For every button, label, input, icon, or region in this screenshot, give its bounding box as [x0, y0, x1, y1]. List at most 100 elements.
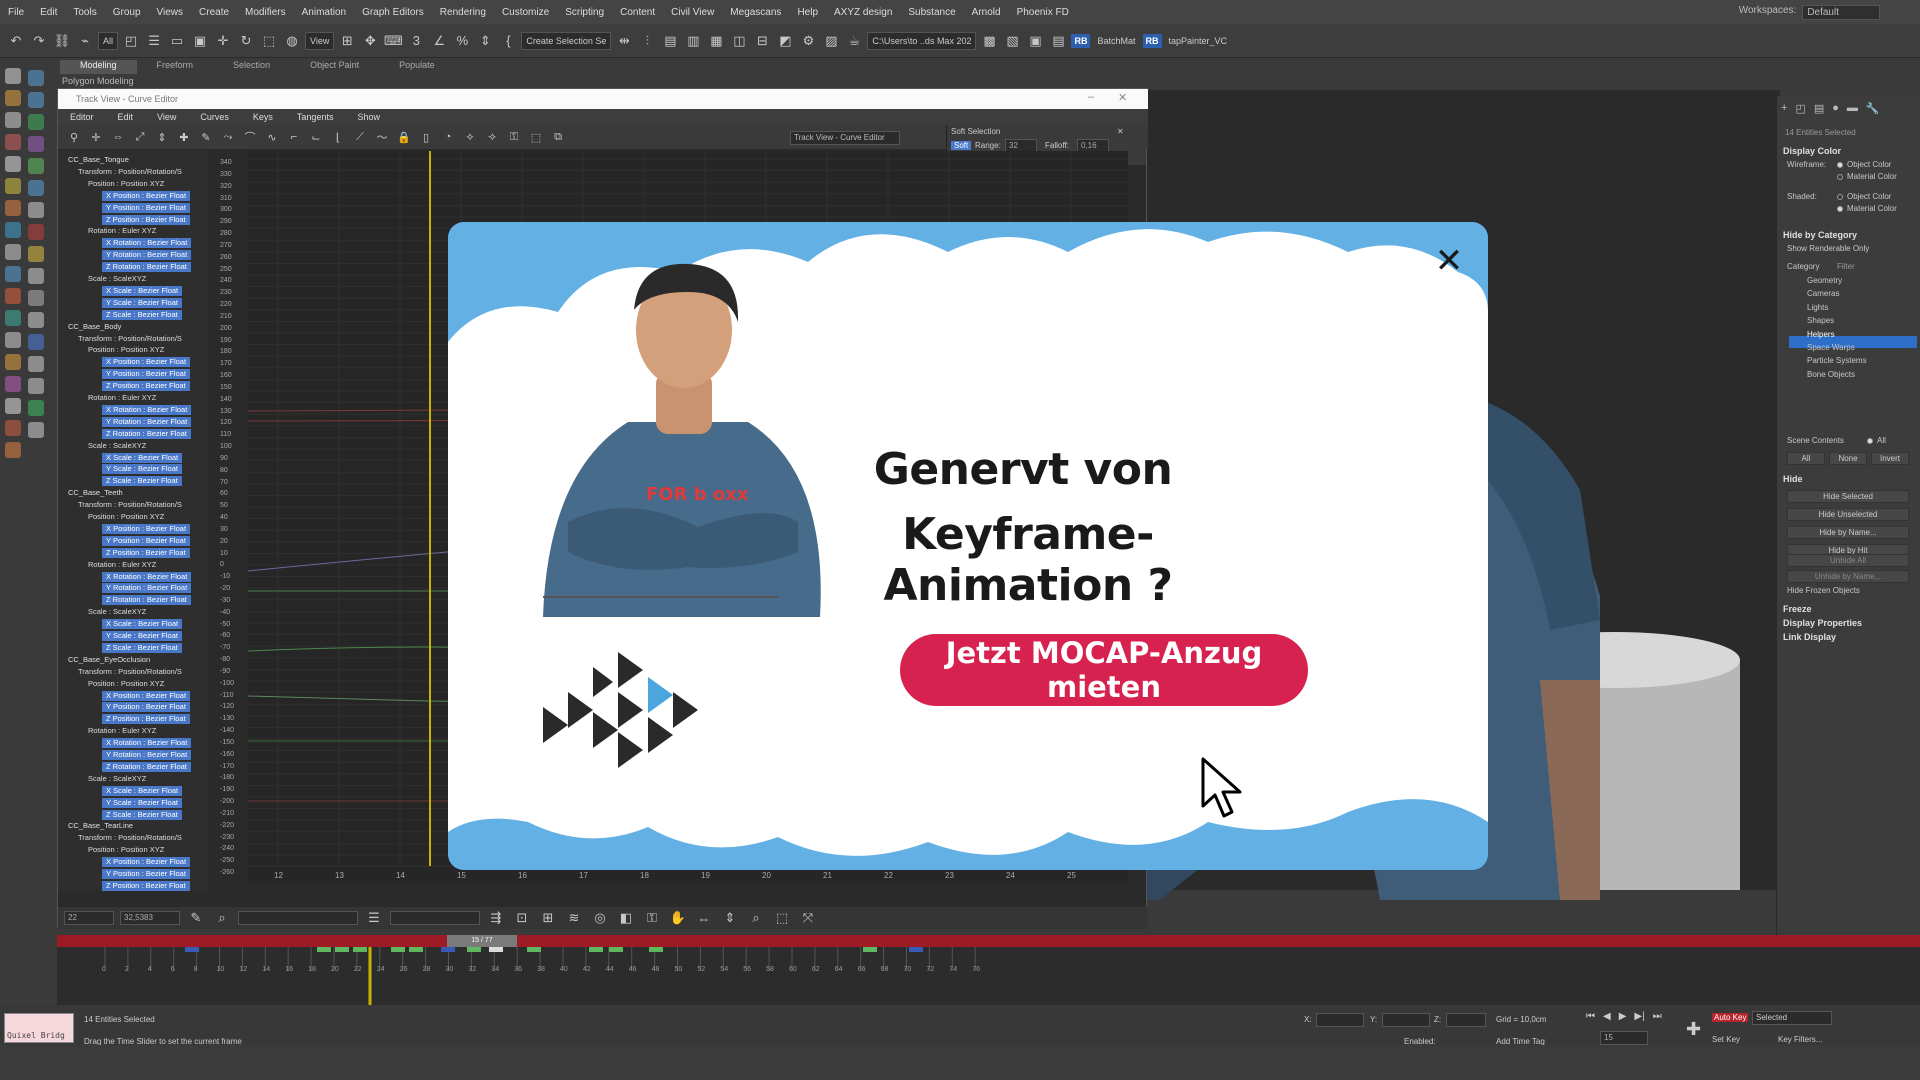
- tool-icon[interactable]: [5, 222, 21, 238]
- shaded-material-color[interactable]: Material Color: [1837, 204, 1897, 213]
- menu-item[interactable]: Scripting: [557, 7, 612, 18]
- frame-values-icon[interactable]: ⇕: [720, 908, 740, 928]
- show-renderable-checkbox[interactable]: Show Renderable Only: [1787, 244, 1869, 253]
- hide-button[interactable]: Hide Selected: [1787, 490, 1909, 503]
- window-crossing-icon[interactable]: ▣: [190, 31, 210, 51]
- menu-item[interactable]: AXYZ design: [826, 7, 900, 18]
- tree-node-controller[interactable]: Rotation : Euler XYZ: [88, 393, 156, 403]
- zoom-region-icon[interactable]: ⬚: [772, 908, 792, 928]
- track-view-name-field[interactable]: Track View - Curve Editor: [790, 131, 900, 145]
- tool-icon[interactable]: [5, 332, 21, 348]
- tree-node-controller[interactable]: Rotation : Euler XYZ: [88, 226, 156, 236]
- show-curves-icon[interactable]: ≋: [564, 908, 584, 928]
- tree-node-track[interactable]: Y Position : Bezier Float: [102, 369, 190, 380]
- lock-tangents-icon[interactable]: ⚿: [506, 129, 522, 145]
- tree-node-controller[interactable]: Position : Position XYZ: [88, 679, 164, 689]
- export-icon[interactable]: ▤: [1048, 31, 1068, 51]
- tool-icon[interactable]: [5, 90, 21, 106]
- tool-icon[interactable]: [28, 356, 44, 372]
- tool-icon[interactable]: [28, 180, 44, 196]
- tree-node-controller[interactable]: Position : Position XYZ: [88, 512, 164, 522]
- set-key-large-icon[interactable]: ✚: [1686, 1019, 1701, 1040]
- tree-node-track[interactable]: X Position : Bezier Float: [102, 190, 191, 201]
- quixel-bridge-button[interactable]: Quixel Bridg: [4, 1013, 74, 1043]
- unlink-icon[interactable]: ⌁: [75, 31, 95, 51]
- menu-item[interactable]: Substance: [900, 7, 963, 18]
- minimize-icon[interactable]: –: [1088, 91, 1094, 103]
- scale-keys-icon[interactable]: ⤢: [132, 129, 148, 145]
- menu-item[interactable]: Help: [789, 7, 826, 18]
- tree-node-track[interactable]: Z Position : Bezier Float: [102, 714, 190, 725]
- category-tab[interactable]: Category: [1787, 262, 1819, 271]
- timeline[interactable]: 15 / 77 0 2 4 6 8 10 12 14 16 18 20 22 24 26 28 30 32 34 3…: [57, 935, 1920, 1005]
- tree-node-controller[interactable]: Scale : ScaleXYZ: [88, 774, 146, 784]
- y-coord-field[interactable]: [1382, 1013, 1430, 1027]
- frame-field[interactable]: 22: [64, 911, 114, 925]
- shaded-object-color[interactable]: Object Color: [1837, 192, 1891, 201]
- select-invert-button[interactable]: Invert: [1871, 452, 1909, 465]
- track-view-menu-item[interactable]: View: [145, 112, 188, 122]
- tangent-fast-icon[interactable]: ⌐: [286, 129, 302, 145]
- tree-node-track[interactable]: Y Scale : Bezier Float: [102, 631, 182, 641]
- tree-node-track[interactable]: Z Scale : Bezier Float: [102, 809, 182, 820]
- select-all-button[interactable]: All: [1787, 452, 1825, 465]
- auto-key-button[interactable]: Auto Key: [1712, 1013, 1749, 1022]
- render-icon[interactable]: ☕: [844, 31, 864, 51]
- tree-node-track[interactable]: Y Scale : Bezier Float: [102, 464, 182, 475]
- key-filters-button[interactable]: Key Filters...: [1778, 1035, 1822, 1044]
- render-frame-icon[interactable]: ▨: [821, 31, 841, 51]
- close-icon[interactable]: ✕: [1430, 242, 1468, 280]
- select-by-name-icon[interactable]: ☰: [144, 31, 164, 51]
- tree-node-track[interactable]: Y Rotation : Bezier Float: [102, 250, 192, 261]
- tool-icon[interactable]: [28, 400, 44, 416]
- track-search-field[interactable]: [238, 911, 358, 925]
- tree-node-track[interactable]: X Scale : Bezier Float: [102, 285, 183, 296]
- undo-icon[interactable]: ↶: [6, 31, 26, 51]
- tool-icon[interactable]: [28, 312, 44, 328]
- tree-node-track[interactable]: X Rotation : Bezier Float: [102, 738, 192, 749]
- tree-node-controller[interactable]: Rotation : Euler XYZ: [88, 560, 156, 570]
- tree-node-object[interactable]: CC_Base_Tongue: [68, 155, 129, 165]
- track-view-menu-item[interactable]: Keys: [241, 112, 285, 122]
- tool-icon[interactable]: [28, 92, 44, 108]
- ribbon-tab[interactable]: Selection: [213, 60, 290, 74]
- utilities-tab-icon[interactable]: 🔧: [1866, 102, 1880, 115]
- track-view-menu-item[interactable]: Show: [345, 112, 392, 122]
- display-tab-icon[interactable]: ▬: [1847, 102, 1858, 115]
- tree-node-controller[interactable]: Transform : Position/Rotation/S: [78, 167, 182, 177]
- track-view-menu-item[interactable]: Curves: [188, 112, 241, 122]
- tree-node-object[interactable]: CC_Base_Teeth: [68, 488, 123, 498]
- z-coord-field[interactable]: [1446, 1013, 1486, 1027]
- edit-ranges-icon[interactable]: ◧: [616, 908, 636, 928]
- isolate-icon[interactable]: ⤧: [798, 908, 818, 928]
- wireframe-material-color[interactable]: Material Color: [1837, 172, 1897, 181]
- named-selection-dropdown[interactable]: Create Selection Se: [521, 31, 612, 50]
- tool-icon[interactable]: [28, 70, 44, 86]
- tool-icon[interactable]: [5, 354, 21, 370]
- tree-node-track[interactable]: Z Position : Bezier Float: [102, 880, 190, 891]
- spinner-snap-icon[interactable]: ⇕: [475, 31, 495, 51]
- tree-node-controller[interactable]: Scale : ScaleXYZ: [88, 274, 146, 284]
- menu-item[interactable]: File: [0, 7, 32, 18]
- tool-icon[interactable]: [5, 112, 21, 128]
- previous-frame-icon[interactable]: ◀: [1603, 1011, 1611, 1022]
- tangent-step-icon[interactable]: ⌊: [330, 129, 346, 145]
- tool-icon[interactable]: [5, 442, 21, 458]
- hide-button[interactable]: Hide Unselected: [1787, 508, 1909, 521]
- add-keys-icon[interactable]: ✚: [176, 129, 192, 145]
- soft-selection-close-icon[interactable]: ✕: [1117, 127, 1124, 136]
- create-tab-icon[interactable]: +: [1781, 102, 1787, 115]
- menu-item[interactable]: Phoenix FD: [1009, 7, 1077, 18]
- category-item[interactable]: Helpers: [1807, 330, 1835, 339]
- schematic-view-icon[interactable]: ⊟: [752, 31, 772, 51]
- batchmat-button[interactable]: BatchMat: [1093, 36, 1139, 46]
- menu-item[interactable]: Modifiers: [237, 7, 294, 18]
- tree-node-track[interactable]: Y Rotation : Bezier Float: [102, 416, 192, 427]
- tree-node-track[interactable]: Y Position : Bezier Float: [102, 702, 190, 713]
- move-keys-icon[interactable]: ✛: [88, 129, 104, 145]
- snap-frames-icon[interactable]: ▯: [418, 129, 434, 145]
- tree-node-controller[interactable]: Rotation : Euler XYZ: [88, 726, 156, 736]
- ribbon-toggle-icon[interactable]: ▦: [706, 31, 726, 51]
- folder-open-icon[interactable]: ▧: [1002, 31, 1022, 51]
- unhide-button[interactable]: Unhide by Name...: [1787, 570, 1909, 583]
